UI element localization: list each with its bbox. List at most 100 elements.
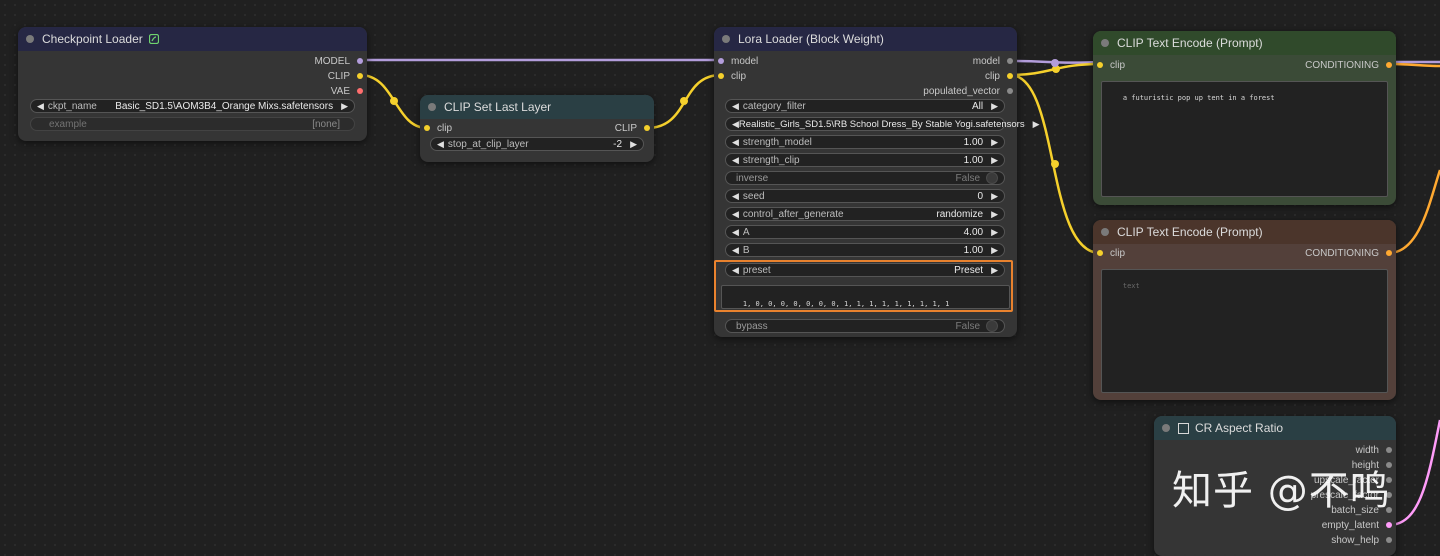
slot-dot-icon[interactable] <box>424 125 430 131</box>
output-width[interactable]: width <box>1356 443 1392 457</box>
slot-dot-icon[interactable] <box>1386 62 1392 68</box>
toggle-knob-icon[interactable] <box>986 320 998 332</box>
arrow-left-icon[interactable]: ◀ <box>732 119 739 130</box>
output-empty-latent[interactable]: empty_latent <box>1322 518 1392 532</box>
slot-dot-icon[interactable] <box>718 73 724 79</box>
wire-clip-lora-to-negative <box>1009 73 1101 255</box>
collapse-dot-icon[interactable] <box>428 103 436 111</box>
clip-text-encode-title-bar[interactable]: CLIP Text Encode (Prompt) <box>1093 220 1396 244</box>
arrow-right-icon[interactable]: ▶ <box>991 227 998 238</box>
arrow-right-icon[interactable]: ▶ <box>991 209 998 220</box>
seed-number[interactable]: ◀ seed 0 ▶ <box>725 189 1005 203</box>
arrow-right-icon[interactable]: ▶ <box>341 101 348 112</box>
output-conditioning[interactable]: CONDITIONING <box>1305 58 1392 72</box>
arrow-left-icon[interactable]: ◀ <box>732 155 739 166</box>
block-vector-textarea[interactable]: 1, 0, 0, 0, 0, 0, 0, 0, 1, 1, 1, 1, 1, 1… <box>721 285 1010 309</box>
arrow-left-icon[interactable]: ◀ <box>37 101 44 112</box>
arrow-left-icon[interactable]: ◀ <box>732 191 739 202</box>
wire-reroute-dot[interactable] <box>680 97 688 105</box>
arrow-left-icon[interactable]: ◀ <box>732 245 739 256</box>
wire-reroute-dot[interactable] <box>1052 65 1060 73</box>
arrow-right-icon[interactable]: ▶ <box>991 191 998 202</box>
collapse-dot-icon[interactable] <box>1101 39 1109 47</box>
input-clip[interactable]: clip <box>1097 246 1125 260</box>
arrow-right-icon[interactable]: ▶ <box>991 137 998 148</box>
clip-set-last-layer-title-bar[interactable]: CLIP Set Last Layer <box>420 95 654 119</box>
slot-dot-icon[interactable] <box>1007 73 1013 79</box>
output-model[interactable]: model <box>973 54 1013 68</box>
arrow-left-icon[interactable]: ◀ <box>732 265 739 276</box>
strength-clip-number[interactable]: ◀ strength_clip 1.00 ▶ <box>725 153 1005 167</box>
checkpoint-loader-title-bar[interactable]: Checkpoint Loader <box>18 27 367 51</box>
slot-dot-icon[interactable] <box>1386 447 1392 453</box>
clip-text-encode-positive-node[interactable]: CLIP Text Encode (Prompt) clip CONDITION… <box>1093 31 1396 205</box>
control-after-generate-combo[interactable]: ◀ control_after_generate randomize ▶ <box>725 207 1005 221</box>
output-clip[interactable]: CLIP <box>615 121 650 135</box>
category-filter-combo[interactable]: ◀ category_filter All ▶ <box>725 99 1005 113</box>
output-populated-vector[interactable]: populated_vector <box>923 84 1013 98</box>
clip-text-encode-title-bar[interactable]: CLIP Text Encode (Prompt) <box>1093 31 1396 55</box>
arrow-right-icon[interactable]: ▶ <box>991 245 998 256</box>
arrow-left-icon[interactable]: ◀ <box>732 101 739 112</box>
inverse-toggle[interactable]: inverse False <box>725 171 1005 185</box>
arrow-left-icon[interactable]: ◀ <box>732 137 739 148</box>
widget-value: 1.00 <box>963 154 984 166</box>
slot-dot-icon[interactable] <box>644 125 650 131</box>
slot-dot-icon[interactable] <box>357 88 363 94</box>
input-clip[interactable]: clip <box>424 121 452 135</box>
input-clip[interactable]: clip <box>718 69 746 83</box>
collapse-dot-icon[interactable] <box>722 35 730 43</box>
arrow-right-icon[interactable]: ▶ <box>1033 119 1040 130</box>
output-model[interactable]: MODEL <box>314 54 363 68</box>
arrow-left-icon[interactable]: ◀ <box>732 209 739 220</box>
input-clip[interactable]: clip <box>1097 58 1125 72</box>
arrow-left-icon[interactable]: ◀ <box>437 139 444 150</box>
slot-dot-icon[interactable] <box>1007 58 1013 64</box>
cr-aspect-ratio-title-bar[interactable]: CR Aspect Ratio <box>1154 416 1396 440</box>
arrow-right-icon[interactable]: ▶ <box>991 155 998 166</box>
bypass-toggle[interactable]: bypass False <box>725 319 1005 333</box>
arrow-right-icon[interactable]: ▶ <box>991 101 998 112</box>
slot-dot-icon[interactable] <box>1097 62 1103 68</box>
arrow-right-icon[interactable]: ▶ <box>630 139 637 150</box>
wire-reroute-dot[interactable] <box>1051 160 1059 168</box>
slot-dot-icon[interactable] <box>1386 250 1392 256</box>
input-model[interactable]: model <box>718 54 758 68</box>
slot-dot-icon[interactable] <box>1007 88 1013 94</box>
lora-name-combo[interactable]: ◀ Realistic_Girls_SD1.5\RB School Dress_… <box>725 117 1040 131</box>
collapse-dot-icon[interactable] <box>1162 424 1170 432</box>
prompt-textarea[interactable]: a futuristic pop up tent in a forest <box>1101 81 1388 197</box>
wire-reroute-dot[interactable] <box>390 97 398 105</box>
a-number[interactable]: ◀ A 4.00 ▶ <box>725 225 1005 239</box>
slot-dot-icon[interactable] <box>1386 537 1392 543</box>
output-conditioning[interactable]: CONDITIONING <box>1305 246 1392 260</box>
output-vae[interactable]: VAE <box>331 84 363 98</box>
wire-reroute-dot[interactable] <box>1051 59 1059 67</box>
slot-dot-icon[interactable] <box>718 58 724 64</box>
strength-model-number[interactable]: ◀ strength_model 1.00 ▶ <box>725 135 1005 149</box>
clip-set-last-layer-node[interactable]: CLIP Set Last Layer clip CLIP ◀ stop_at_… <box>420 95 654 162</box>
arrow-left-icon[interactable]: ◀ <box>732 227 739 238</box>
toggle-knob-icon[interactable] <box>986 172 998 184</box>
b-number[interactable]: ◀ B 1.00 ▶ <box>725 243 1005 257</box>
collapse-dot-icon[interactable] <box>1101 228 1109 236</box>
stop-at-clip-layer-number[interactable]: ◀ stop_at_clip_layer -2 ▶ <box>430 137 644 151</box>
output-clip[interactable]: CLIP <box>328 69 363 83</box>
lora-loader-block-weight-node[interactable]: Lora Loader (Block Weight) model clip mo… <box>714 27 1040 337</box>
checkpoint-loader-node[interactable]: Checkpoint Loader MODEL CLIP VAE ◀ ckpt_… <box>18 27 367 141</box>
lora-loader-title-bar[interactable]: Lora Loader (Block Weight) <box>714 27 1017 51</box>
example-combo[interactable]: example [none] <box>30 117 355 131</box>
widget-label: example <box>49 118 87 130</box>
arrow-right-icon[interactable]: ▶ <box>991 265 998 276</box>
output-show-help[interactable]: show_help <box>1331 533 1392 547</box>
slot-dot-icon[interactable] <box>357 58 363 64</box>
slot-dot-icon[interactable] <box>357 73 363 79</box>
output-clip[interactable]: clip <box>985 69 1013 83</box>
slot-dot-icon[interactable] <box>1386 522 1392 528</box>
ckpt-name-combo[interactable]: ◀ ckpt_name Basic_SD1.5\AOM3B4_Orange Mi… <box>30 99 355 113</box>
preset-combo[interactable]: ◀ preset Preset ▶ <box>725 263 1005 277</box>
collapse-dot-icon[interactable] <box>26 35 34 43</box>
slot-dot-icon[interactable] <box>1097 250 1103 256</box>
prompt-textarea[interactable]: text <box>1101 269 1388 393</box>
clip-text-encode-negative-node[interactable]: CLIP Text Encode (Prompt) clip CONDITION… <box>1093 220 1396 400</box>
